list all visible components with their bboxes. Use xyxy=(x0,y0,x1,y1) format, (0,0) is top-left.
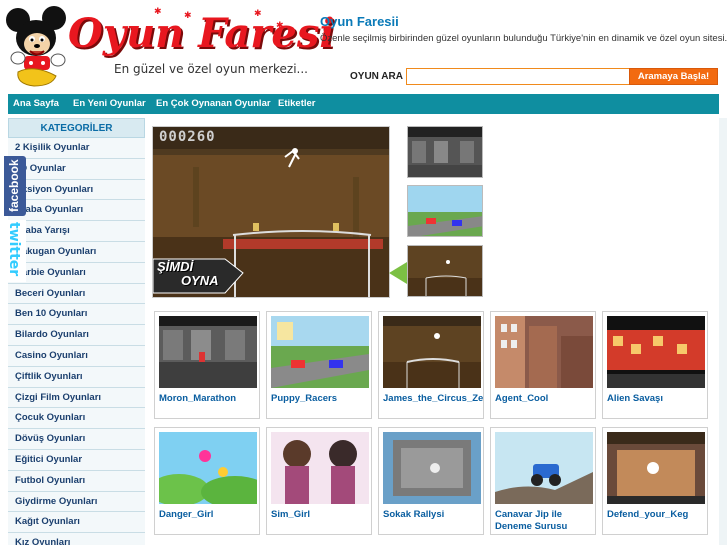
game-thumb-image xyxy=(383,316,481,388)
game-thumb-image xyxy=(495,316,593,388)
search-button[interactable]: Aramaya Başla! xyxy=(629,68,718,85)
nav-item-tags[interactable]: Etiketler xyxy=(278,98,316,109)
sidebar-header: KATEGORİLER xyxy=(8,118,145,138)
game-card[interactable]: James_the_Circus_Zebra xyxy=(378,311,484,419)
game-title[interactable]: Moron_Marathon xyxy=(159,393,259,405)
featured-game[interactable]: 000260 ŞİMDİ OYNA xyxy=(152,126,390,298)
sidebar-item-category[interactable]: Çocuk Oyunları xyxy=(8,408,145,430)
mouse-mascot-icon xyxy=(6,6,66,87)
game-card[interactable]: Canavar Jip ile Deneme Surusu xyxy=(490,427,596,535)
sidebar-item-category[interactable]: Futbol Oyunları xyxy=(8,470,145,492)
game-title[interactable]: Puppy_Racers xyxy=(271,393,371,405)
sidebar-item-category[interactable]: Araba Yarışı xyxy=(8,221,145,242)
game-thumb-image xyxy=(159,316,257,388)
sidebar-item-category[interactable]: Bilardo Oyunları xyxy=(8,325,145,346)
sidebar-item-category[interactable]: Giydirme Oyunları xyxy=(8,491,145,513)
game-thumb[interactable] xyxy=(271,432,369,504)
feature-thumb-circus xyxy=(408,246,482,296)
game-title[interactable]: Defend_your_Keg xyxy=(607,509,707,521)
feature-thumb-marathon xyxy=(408,127,482,177)
sidebar-item-category[interactable]: 2 Kişilik Oyunlar xyxy=(8,138,145,159)
site-header: Oyun Faresi ✱ ✱ ✱ ✱ En güzel ve özel oyu… xyxy=(0,0,727,92)
game-card[interactable]: Puppy_Racers xyxy=(266,311,372,419)
game-thumb-image xyxy=(495,432,593,504)
sidebar-item-category[interactable]: Bakugan Oyunları xyxy=(8,241,145,263)
sidebar-item-category[interactable]: Casino Oyunları xyxy=(8,345,145,367)
game-title[interactable]: Canavar Jip ile Deneme Surusu xyxy=(495,509,595,533)
star-icon: ✱ xyxy=(184,10,192,20)
game-title[interactable]: James_the_Circus_Zebra xyxy=(383,393,483,405)
featured-score: 000260 xyxy=(159,129,216,145)
site-logo[interactable]: Oyun Faresi ✱ ✱ ✱ ✱ En güzel ve özel oyu… xyxy=(4,6,335,88)
game-thumb-image xyxy=(159,432,257,504)
facebook-tab[interactable]: facebook xyxy=(4,156,26,216)
logo-tagline: En güzel ve özel oyun merkezi... xyxy=(114,62,308,76)
game-thumb-image xyxy=(383,432,481,504)
site-description: Özenle seçilmiş birbirinden güzel oyunla… xyxy=(320,33,727,44)
game-thumb[interactable] xyxy=(159,432,257,504)
play-now-label-2[interactable]: OYNA xyxy=(181,273,219,288)
game-card[interactable]: Sim_Girl xyxy=(266,427,372,535)
game-thumb-image xyxy=(271,432,369,504)
game-title[interactable]: Sokak Rallysi xyxy=(383,509,483,521)
page-edge xyxy=(719,118,727,545)
category-sidebar: KATEGORİLER 2 Kişilik Oyunlar 3D Oyunlar… xyxy=(8,118,145,545)
sidebar-item-category[interactable]: Beceri Oyunları xyxy=(8,283,145,305)
game-thumb-image xyxy=(607,432,705,504)
game-title[interactable]: Alien Savaşı xyxy=(607,393,707,405)
site-title[interactable]: Oyun Faresii xyxy=(320,14,399,29)
star-icon: ✱ xyxy=(276,20,284,30)
sidebar-item-category[interactable]: Kağıt Oyunları xyxy=(8,512,145,534)
logo-wordmark: Oyun Faresi xyxy=(68,10,335,57)
game-thumb[interactable] xyxy=(495,432,593,504)
game-thumb[interactable] xyxy=(159,316,257,388)
star-icon: ✱ xyxy=(254,8,262,18)
sidebar-item-category[interactable]: Araba Oyunları xyxy=(8,200,145,222)
main-nav: Ana Sayfa En Yeni Oyunlar En Çok Oynanan… xyxy=(8,94,719,114)
star-icon: ✱ xyxy=(154,6,162,16)
sidebar-item-category[interactable]: Çiftlik Oyunları xyxy=(8,366,145,388)
nav-item-home[interactable]: Ana Sayfa xyxy=(13,98,59,109)
search-label: OYUN ARA : xyxy=(350,71,409,82)
game-thumb[interactable] xyxy=(271,316,369,388)
sidebar-item-category[interactable]: Eğitici Oyunlar xyxy=(8,449,145,471)
nav-item-newest[interactable]: En Yeni Oyunlar xyxy=(73,98,146,109)
sidebar-item-category[interactable]: 3D Oyunlar xyxy=(8,158,145,180)
twitter-tab[interactable]: twitter xyxy=(4,220,26,282)
game-card[interactable]: Danger_Girl xyxy=(154,427,260,535)
game-thumb[interactable] xyxy=(495,316,593,388)
game-thumb-image xyxy=(271,316,369,388)
feature-thumb-racers xyxy=(408,186,482,236)
game-card[interactable]: Agent_Cool xyxy=(490,311,596,419)
play-now-label[interactable]: ŞİMDİ xyxy=(157,259,193,274)
feature-thumb[interactable] xyxy=(407,185,483,237)
sidebar-item-category[interactable]: Kız Oyunları xyxy=(8,533,145,545)
game-card[interactable]: Sokak Rallysi xyxy=(378,427,484,535)
feature-thumb[interactable] xyxy=(407,245,483,297)
game-title[interactable]: Agent_Cool xyxy=(495,393,595,405)
sidebar-item-category[interactable]: Çizgi Film Oyunları xyxy=(8,387,145,409)
game-thumb[interactable] xyxy=(383,432,481,504)
game-card[interactable]: Alien Savaşı xyxy=(602,311,708,419)
arrow-left-icon[interactable] xyxy=(389,262,407,284)
game-title[interactable]: Danger_Girl xyxy=(159,509,259,521)
sidebar-item-category[interactable]: Ben 10 Oyunları xyxy=(8,304,145,326)
sidebar-item-category[interactable]: Barbie Oyunları xyxy=(8,262,145,284)
game-thumb[interactable] xyxy=(607,316,705,388)
game-thumb[interactable] xyxy=(607,432,705,504)
game-card[interactable]: Defend_your_Keg xyxy=(602,427,708,535)
game-thumb-image xyxy=(607,316,705,388)
game-card[interactable]: Moron_Marathon xyxy=(154,311,260,419)
game-thumb[interactable] xyxy=(383,316,481,388)
facebook-label: facebook xyxy=(7,159,21,212)
nav-item-most-played[interactable]: En Çok Oynanan Oyunlar xyxy=(156,98,271,109)
sidebar-item-category[interactable]: Dövüş Oyunları xyxy=(8,429,145,450)
feature-thumb[interactable] xyxy=(407,126,483,178)
search-input[interactable] xyxy=(406,68,630,85)
sidebar-item-category[interactable]: Aksiyon Oyunları xyxy=(8,179,145,201)
game-title[interactable]: Sim_Girl xyxy=(271,509,371,521)
twitter-label: twitter xyxy=(6,222,22,277)
